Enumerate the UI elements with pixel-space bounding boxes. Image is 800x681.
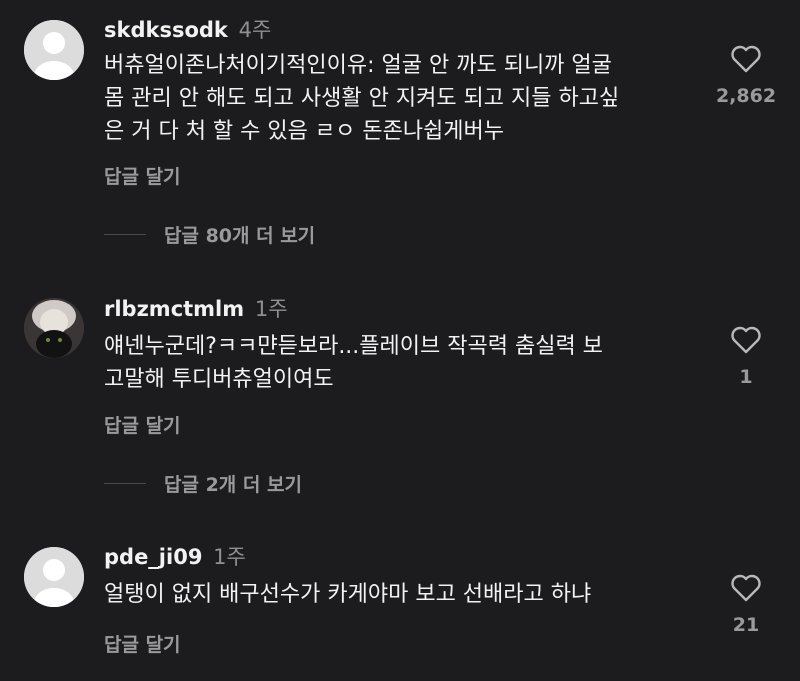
comment-header: skdkssodk 4주	[104, 17, 271, 43]
reply-button[interactable]: 답글 달기	[104, 411, 181, 438]
divider-line	[104, 234, 146, 235]
reply-button[interactable]: 답글 달기	[104, 630, 181, 657]
timestamp: 1주	[213, 545, 246, 569]
timestamp: 1주	[254, 297, 288, 321]
profile-photo-avatar-image	[24, 298, 84, 358]
heart-outline-icon	[731, 45, 761, 73]
username[interactable]: skdkssodk	[104, 18, 228, 42]
default-avatar-icon	[24, 547, 84, 607]
like-button[interactable]: 1	[706, 326, 786, 388]
comment-text: 버츄얼이존나처이기적인이유: 얼굴 안 까도 되니까 얼굴 몸 관리 안 해도 …	[104, 53, 620, 144]
like-button[interactable]: 2,862	[706, 45, 786, 107]
comment-header: pde_ji09 1주	[104, 544, 246, 570]
avatar[interactable]	[24, 20, 84, 80]
profile-photo-avatar[interactable]	[24, 298, 84, 358]
username[interactable]: rlbzmctmlm	[104, 297, 244, 321]
heart-outline-icon	[731, 326, 761, 354]
like-count: 2,862	[715, 85, 777, 107]
view-replies-label: 답글 80개 더 보기	[164, 225, 316, 247]
like-count: 1	[739, 366, 753, 388]
avatar[interactable]	[24, 547, 84, 607]
heart-outline-icon	[731, 574, 761, 602]
timestamp: 4주	[238, 18, 272, 42]
comment-header: rlbzmctmlm 1주	[104, 296, 288, 322]
comment-text: 얼탱이 없지 배구선수가 카게야마 보고 선배라고 하냐	[104, 582, 592, 607]
view-more-replies-button[interactable]: 답글 80개 더 보기	[104, 221, 315, 248]
comment-text: 얘넨누군데?ㅋㅋ먄듣보라...플레이브 작곡력 춤실력 보 고말해 투디버츄얼이…	[104, 334, 603, 392]
default-avatar-icon	[24, 20, 84, 80]
view-more-replies-button[interactable]: 답글 2개 더 보기	[104, 470, 302, 497]
like-button[interactable]: 21	[706, 574, 786, 636]
like-count: 21	[732, 614, 760, 636]
view-replies-label: 답글 2개 더 보기	[164, 474, 302, 496]
reply-button[interactable]: 답글 달기	[104, 162, 181, 189]
divider-line	[104, 483, 146, 484]
username[interactable]: pde_ji09	[104, 545, 202, 569]
